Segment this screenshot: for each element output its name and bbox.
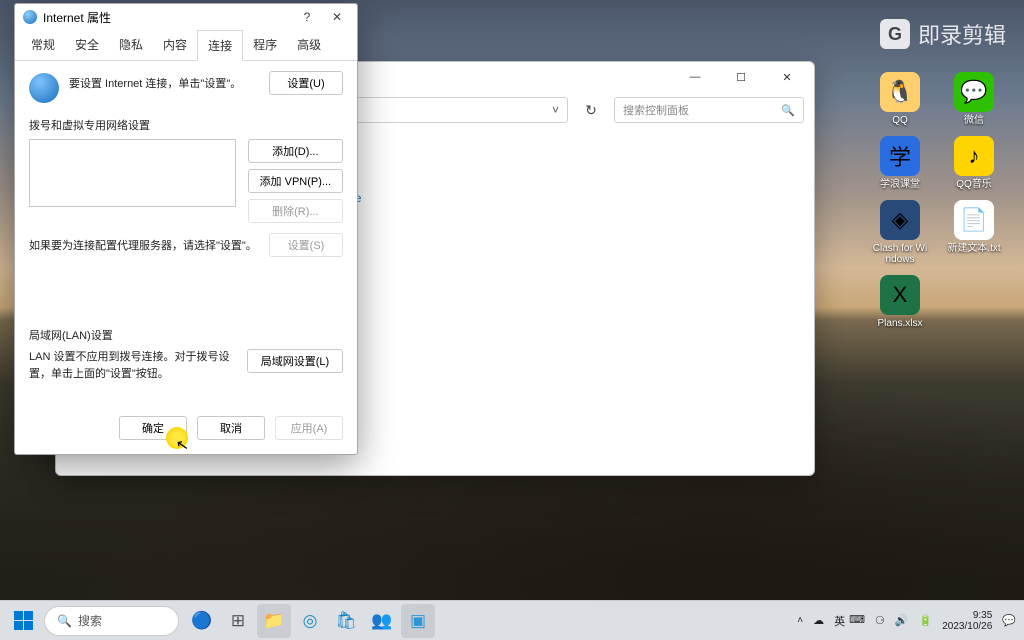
ime-indicator[interactable]: 英 ⌨ xyxy=(834,613,865,629)
setup-hint-text: 要设置 Internet 连接，单击"设置"。 xyxy=(69,71,259,91)
app-icon: ◈ xyxy=(880,200,920,240)
chevron-down-icon: ˅ xyxy=(552,103,559,117)
lan-section-label: 局域网(LAN)设置 xyxy=(29,327,343,343)
clock[interactable]: 9:35 2023/10/26 xyxy=(942,610,992,632)
store-icon[interactable]: 🛍 xyxy=(329,604,363,638)
app-icon: 学 xyxy=(880,136,920,176)
app-icon: X xyxy=(880,275,920,315)
desktop-icon[interactable]: 🐧 QQ xyxy=(872,72,928,126)
tab-常规[interactable]: 常规 xyxy=(21,30,65,60)
help-button[interactable]: ? xyxy=(295,10,319,24)
refresh-button[interactable]: ↻ xyxy=(578,97,604,123)
dial-section-label: 拨号和虚拟专用网络设置 xyxy=(29,117,343,133)
windows-logo-icon xyxy=(14,611,33,630)
app-icon: 💬 xyxy=(954,72,994,112)
tab-程序[interactable]: 程序 xyxy=(243,30,287,60)
desktop-icon[interactable]: 📄 新建文本.txt xyxy=(946,200,1002,265)
system-tray[interactable]: ˄ ☁ 英 ⌨ ⚆ 🔊 🔋 9:35 2023/10/26 💬 xyxy=(797,610,1016,632)
volume-icon[interactable]: 🔊 xyxy=(895,614,909,627)
task-view-icon[interactable]: ⊞ xyxy=(221,604,255,638)
watermark-logo-icon: G xyxy=(880,19,910,49)
tab-安全[interactable]: 安全 xyxy=(65,30,109,60)
desktop-icon-label: Clash for Windows xyxy=(872,243,928,265)
proxy-hint-text: 如果要为连接配置代理服务器，请选择"设置"。 xyxy=(29,233,259,253)
internet-properties-dialog[interactable]: Internet 属性 ? ✕ 常规安全隐私内容连接程序高级 要设置 Inter… xyxy=(14,3,358,455)
app-icon: ♪ xyxy=(954,136,994,176)
ok-button[interactable]: 确定 xyxy=(119,416,187,440)
dialog-body: 要设置 Internet 连接，单击"设置"。 设置(U) 拨号和虚拟专用网络设… xyxy=(15,61,357,406)
desktop-icon-label: QQ xyxy=(892,115,908,126)
clock-date: 2023/10/26 xyxy=(942,621,992,632)
taskbar[interactable]: 🔍 搜索 🔵⊞📁◎🛍👥▣ ˄ ☁ 英 ⌨ ⚆ 🔊 🔋 9:35 2023/10/… xyxy=(0,600,1024,640)
keyboard-icon: ⌨ xyxy=(849,613,865,629)
lan-hint-text: LAN 设置不应用到拨号连接。对于拨号设置，单击上面的"设置"按钮。 xyxy=(29,349,235,382)
app-icon[interactable]: ▣ xyxy=(401,604,435,638)
desktop-icon-label: 学浪课堂 xyxy=(880,179,920,190)
setup-button[interactable]: 设置(U) xyxy=(269,71,343,95)
search-icon: 🔍 xyxy=(781,104,795,117)
edge-icon[interactable]: ◎ xyxy=(293,604,327,638)
ime-lang: 英 xyxy=(834,613,845,629)
tab-连接[interactable]: 连接 xyxy=(197,30,243,61)
connection-settings-button: 设置(S) xyxy=(269,233,343,257)
notifications-icon[interactable]: 💬 xyxy=(1002,614,1016,627)
maximize-button[interactable]: ☐ xyxy=(720,64,762,90)
remove-button: 删除(R)... xyxy=(248,199,343,223)
close-button[interactable]: ✕ xyxy=(766,64,808,90)
globe-icon xyxy=(29,73,59,103)
dialog-close-button[interactable]: ✕ xyxy=(325,10,349,24)
minimize-button[interactable]: — xyxy=(674,64,716,90)
taskbar-search-text: 搜索 xyxy=(78,612,102,629)
app-icon: 📄 xyxy=(954,200,994,240)
lan-settings-button[interactable]: 局域网设置(L) xyxy=(247,349,343,373)
teams-icon[interactable]: 👥 xyxy=(365,604,399,638)
desktop-icon[interactable]: 💬 微信 xyxy=(946,72,1002,126)
globe-icon xyxy=(23,10,37,24)
widgets-icon[interactable]: 🔵 xyxy=(185,604,219,638)
wifi-icon[interactable]: ⚆ xyxy=(875,614,885,627)
app-icon: 🐧 xyxy=(880,72,920,112)
battery-icon[interactable]: 🔋 xyxy=(919,614,933,627)
search-input[interactable]: 搜索控制面板 🔍 xyxy=(614,97,804,123)
add-button[interactable]: 添加(D)... xyxy=(248,139,343,163)
tab-隐私[interactable]: 隐私 xyxy=(109,30,153,60)
taskbar-search[interactable]: 🔍 搜索 xyxy=(44,606,179,636)
desktop-icon-label: QQ音乐 xyxy=(956,179,992,190)
desktop-icon[interactable]: 学学浪课堂 xyxy=(872,136,928,190)
dial-connections-listbox[interactable] xyxy=(29,139,236,207)
desktop-icon-label: 微信 xyxy=(964,115,984,126)
desktop-icons: 🐧 QQ 💬 微信学学浪课堂 ♪ QQ音乐 ◈ Clash for Windows 📄 新建文本.… xyxy=(872,72,1012,329)
tab-高级[interactable]: 高级 xyxy=(287,30,331,60)
app-watermark: G 即录剪辑 xyxy=(880,18,1006,50)
dialog-title: Internet 属性 xyxy=(43,9,111,26)
explorer-icon[interactable]: 📁 xyxy=(257,604,291,638)
desktop: G 即录剪辑 🐧 QQ 💬 微信学学浪课堂 ♪ QQ音乐 ◈ Clash for Window… xyxy=(0,0,1024,640)
tab-内容[interactable]: 内容 xyxy=(153,30,197,60)
tray-chevron-icon[interactable]: ˄ xyxy=(797,615,803,626)
desktop-icon-label: Plans.xlsx xyxy=(877,318,922,329)
desktop-icon-label: 新建文本.txt xyxy=(947,243,1000,254)
search-icon: 🔍 xyxy=(57,614,72,628)
desktop-icon[interactable]: X Plans.xlsx xyxy=(872,275,928,329)
desktop-icon[interactable]: ♪ QQ音乐 xyxy=(946,136,1002,190)
desktop-icon[interactable]: ◈ Clash for Windows xyxy=(872,200,928,265)
tab-strip: 常规安全隐私内容连接程序高级 xyxy=(15,30,357,61)
watermark-text: 即录剪辑 xyxy=(918,18,1006,50)
dialog-footer: 确定 取消 应用(A) xyxy=(15,406,357,454)
apply-button: 应用(A) xyxy=(275,416,343,440)
dialog-titlebar[interactable]: Internet 属性 ? ✕ xyxy=(15,4,357,30)
add-vpn-button[interactable]: 添加 VPN(P)... xyxy=(248,169,343,193)
clock-time: 9:35 xyxy=(942,610,992,621)
start-button[interactable] xyxy=(8,606,38,636)
cancel-button[interactable]: 取消 xyxy=(197,416,265,440)
search-placeholder: 搜索控制面板 xyxy=(623,102,689,118)
onedrive-icon[interactable]: ☁ xyxy=(813,614,824,627)
